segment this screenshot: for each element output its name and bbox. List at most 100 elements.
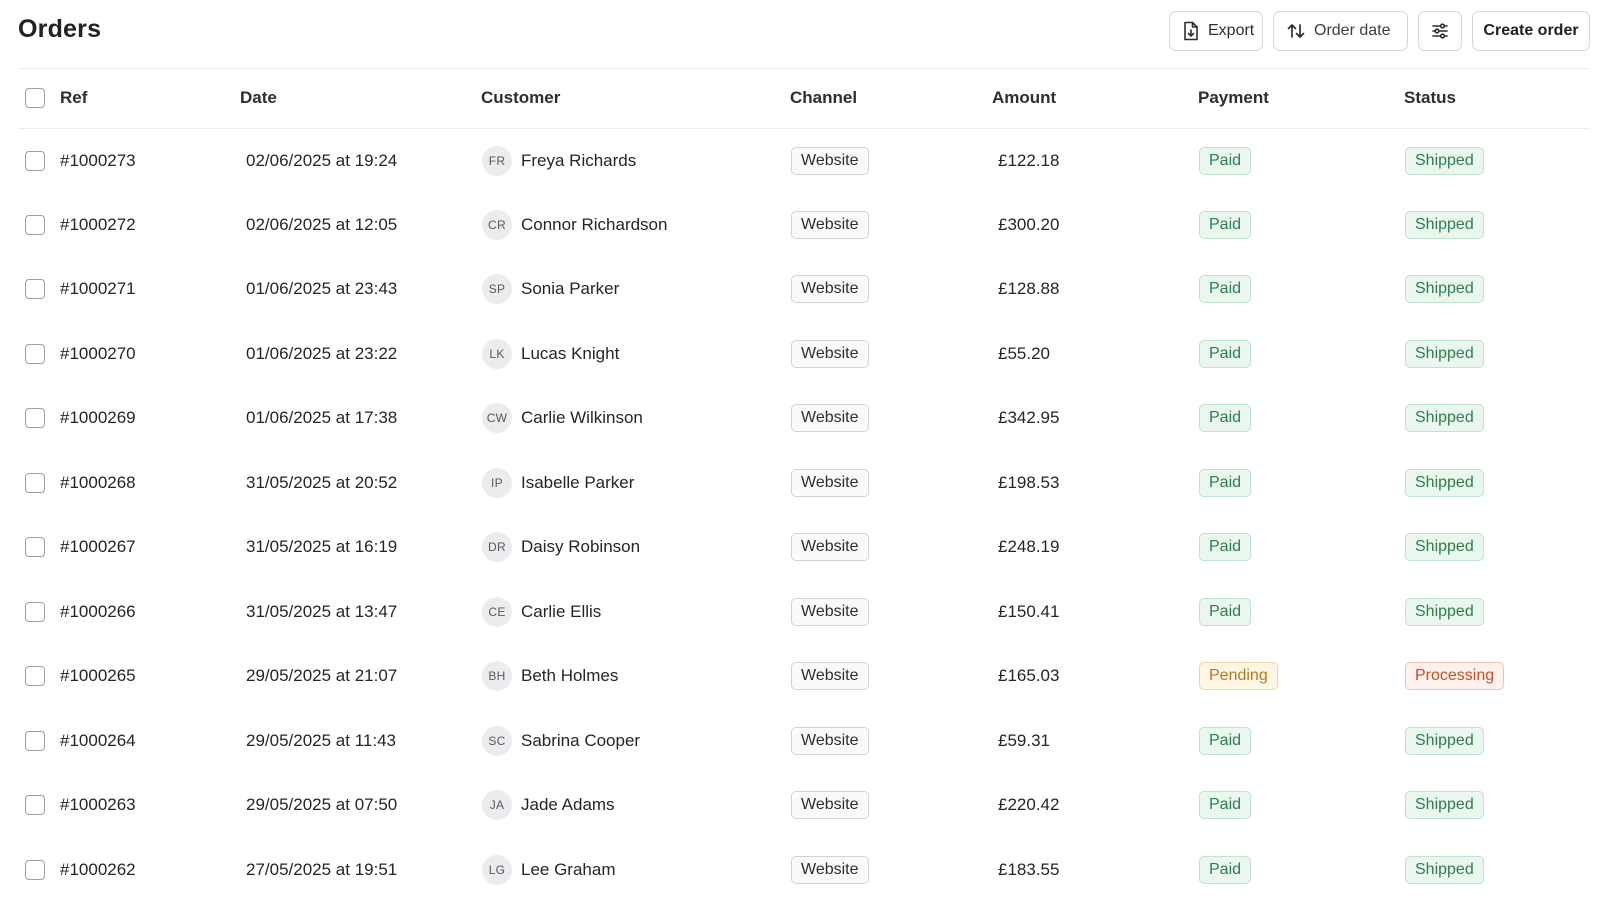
export-button[interactable]: Export	[1169, 11, 1263, 51]
channel-cell: Website	[790, 128, 992, 193]
row-select-cell	[18, 386, 60, 451]
payment-cell: Paid	[1198, 386, 1404, 451]
order-ref[interactable]: #1000267	[60, 515, 240, 580]
row-select-cell	[18, 773, 60, 838]
payment-cell: Paid	[1198, 773, 1404, 838]
customer-name[interactable]: Jade Adams	[521, 795, 615, 815]
fulfillment-status-badge: Shipped	[1405, 597, 1484, 626]
create-order-button[interactable]: Create order	[1472, 11, 1590, 51]
customer-name[interactable]: Sabrina Cooper	[521, 731, 640, 751]
payment-cell: Paid	[1198, 580, 1404, 645]
column-header-status[interactable]: Status	[1404, 69, 1590, 129]
order-ref[interactable]: #1000269	[60, 386, 240, 451]
customer-cell: IP Isabelle Parker	[481, 451, 790, 516]
customer-name[interactable]: Carlie Wilkinson	[521, 408, 643, 428]
table-row[interactable]: #1000267 31/05/2025 at 16:19 DR Daisy Robin…	[18, 515, 1590, 580]
customer-name[interactable]: Carlie Ellis	[521, 602, 601, 622]
order-ref[interactable]: #1000272	[60, 193, 240, 258]
status-cell: Shipped	[1404, 709, 1590, 774]
table-row[interactable]: #1000269 01/06/2025 at 17:38 CW Carlie Wilk…	[18, 386, 1590, 451]
row-checkbox[interactable]	[25, 150, 45, 171]
page-header: Orders Export Order date Create order	[18, 0, 1590, 66]
customer-name[interactable]: Beth Holmes	[521, 666, 618, 686]
status-cell: Processing	[1404, 644, 1590, 709]
column-header-ref[interactable]: Ref	[60, 69, 240, 129]
row-select-cell	[18, 193, 60, 258]
column-header-customer[interactable]: Customer	[481, 69, 790, 129]
channel-cell: Website	[790, 322, 992, 387]
column-header-channel[interactable]: Channel	[790, 69, 992, 129]
customer-cell: LG Lee Graham	[481, 838, 790, 903]
customer-name[interactable]: Lee Graham	[521, 860, 616, 880]
channel-tag: Website	[791, 726, 869, 755]
table-row[interactable]: #1000271 01/06/2025 at 23:43 SP Sonia Parke…	[18, 257, 1590, 322]
order-ref[interactable]: #1000262	[60, 838, 240, 903]
table-row[interactable]: #1000262 27/05/2025 at 19:51 LG Lee Graham W…	[18, 838, 1590, 903]
status-cell: Shipped	[1404, 386, 1590, 451]
avatar: CR	[482, 209, 512, 240]
customer-name[interactable]: Freya Richards	[521, 151, 636, 171]
avatar: DR	[482, 532, 512, 563]
customer-cell: SC Sabrina Cooper	[481, 709, 790, 774]
customer-name[interactable]: Sonia Parker	[521, 279, 619, 299]
fulfillment-status-badge: Shipped	[1405, 533, 1484, 562]
column-header-amount[interactable]: Amount	[992, 69, 1198, 129]
select-all-checkbox[interactable]	[25, 88, 45, 109]
avatar: CE	[482, 596, 512, 627]
row-checkbox[interactable]	[25, 666, 45, 687]
channel-cell: Website	[790, 580, 992, 645]
row-checkbox[interactable]	[25, 859, 45, 880]
order-date: 02/06/2025 at 19:24	[246, 150, 398, 170]
customer-name[interactable]: Connor Richardson	[521, 215, 667, 235]
table-row[interactable]: #1000266 31/05/2025 at 13:47 CE Carlie Elli…	[18, 580, 1590, 645]
customer-cell: FR Freya Richards	[481, 128, 790, 193]
order-ref[interactable]: #1000265	[60, 644, 240, 709]
row-checkbox[interactable]	[25, 214, 45, 235]
row-checkbox[interactable]	[25, 730, 45, 751]
column-header-date[interactable]: Date	[240, 69, 481, 129]
order-amount: £183.55	[998, 859, 1060, 879]
row-checkbox[interactable]	[25, 795, 45, 816]
customer-name[interactable]: Isabelle Parker	[521, 473, 634, 493]
table-row[interactable]: #1000273 02/06/2025 at 19:24 FR Freya Richa…	[18, 128, 1590, 193]
payment-cell: Paid	[1198, 322, 1404, 387]
channel-tag: Website	[791, 210, 869, 239]
table-row[interactable]: #1000265 29/05/2025 at 21:07 BH Beth Holmes…	[18, 644, 1590, 709]
customer-cell: LK Lucas Knight	[481, 322, 790, 387]
order-ref[interactable]: #1000266	[60, 580, 240, 645]
avatar: LK	[482, 338, 512, 369]
table-row[interactable]: #1000270 01/06/2025 at 23:22 LK Lucas Knigh…	[18, 322, 1590, 387]
status-cell: Shipped	[1404, 515, 1590, 580]
order-ref[interactable]: #1000263	[60, 773, 240, 838]
table-row[interactable]: #1000272 02/06/2025 at 12:05 CR Connor Rich…	[18, 193, 1590, 258]
row-checkbox[interactable]	[25, 472, 45, 493]
table-row[interactable]: #1000263 29/05/2025 at 07:50 JA Jade Adams W…	[18, 773, 1590, 838]
channel-tag: Website	[791, 597, 869, 626]
row-checkbox[interactable]	[25, 408, 45, 429]
payment-status-badge: Paid	[1199, 533, 1252, 562]
table-row[interactable]: #1000264 29/05/2025 at 11:43 SC Sabrina Coo…	[18, 709, 1590, 774]
row-checkbox[interactable]	[25, 279, 45, 300]
row-select-cell	[18, 580, 60, 645]
payment-status-badge: Paid	[1199, 791, 1252, 820]
table-row[interactable]: #1000268 31/05/2025 at 20:52 IP Isabelle Pa…	[18, 451, 1590, 516]
order-ref[interactable]: #1000271	[60, 257, 240, 322]
channel-tag: Website	[791, 146, 869, 175]
column-header-payment[interactable]: Payment	[1198, 69, 1404, 129]
order-ref[interactable]: #1000273	[60, 128, 240, 193]
row-checkbox[interactable]	[25, 601, 45, 622]
filter-settings-button[interactable]	[1418, 11, 1462, 51]
avatar: SC	[482, 725, 512, 756]
row-checkbox[interactable]	[25, 537, 45, 558]
order-ref[interactable]: #1000264	[60, 709, 240, 774]
customer-name[interactable]: Lucas Knight	[521, 344, 619, 364]
sort-order-date-button[interactable]: Order date	[1273, 11, 1408, 51]
order-ref[interactable]: #1000270	[60, 322, 240, 387]
row-checkbox[interactable]	[25, 343, 45, 364]
channel-cell: Website	[790, 193, 992, 258]
order-date: 27/05/2025 at 19:51	[246, 859, 398, 879]
fulfillment-status-badge: Shipped	[1405, 791, 1484, 820]
channel-cell: Website	[790, 838, 992, 903]
order-ref[interactable]: #1000268	[60, 451, 240, 516]
customer-name[interactable]: Daisy Robinson	[521, 537, 640, 557]
